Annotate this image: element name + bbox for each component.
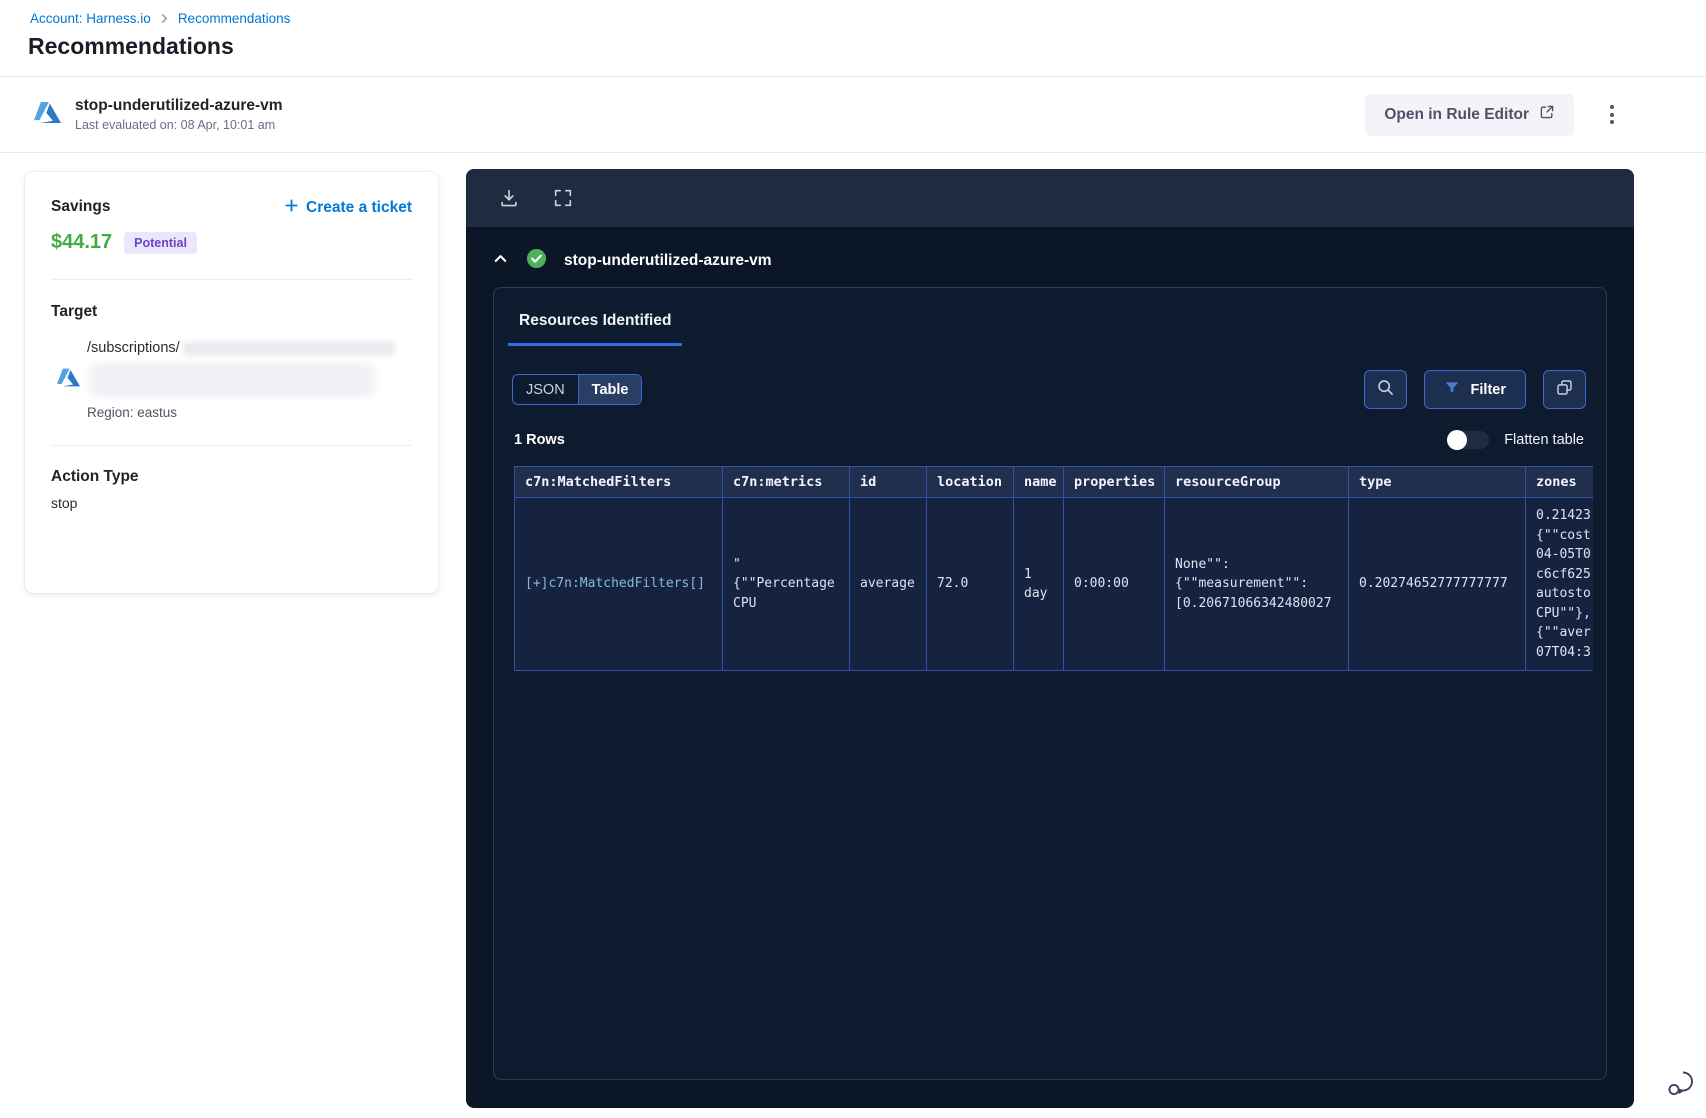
target-label: Target bbox=[51, 303, 98, 320]
copy-button[interactable] bbox=[1543, 370, 1586, 409]
table-row: [+]c7n:MatchedFilters[] " {""Percentage C… bbox=[514, 497, 1593, 671]
azure-icon bbox=[57, 366, 80, 394]
search-icon bbox=[1376, 378, 1395, 402]
breadcrumb: Account: Harness.io Recommendations bbox=[30, 11, 290, 26]
plus-icon bbox=[284, 198, 299, 218]
table-header-row: c7n:MatchedFilters c7n:metrics id location n… bbox=[514, 466, 1593, 498]
view-toggle: JSON Table bbox=[512, 374, 643, 405]
rule-header: stop-underutilized-azure-vm Last evaluat… bbox=[0, 76, 1706, 153]
cell-c7n-metrics: " {""Percentage CPU bbox=[722, 497, 850, 671]
page-title: Recommendations bbox=[28, 33, 234, 59]
cell-c7n-matchedfilters[interactable]: [+]c7n:MatchedFilters[] bbox=[514, 497, 723, 671]
flatten-table-label: Flatten table bbox=[1504, 432, 1584, 448]
savings-label: Savings bbox=[51, 198, 111, 215]
fullscreen-icon[interactable] bbox=[552, 187, 574, 209]
open-rule-editor-button[interactable]: Open in Rule Editor bbox=[1365, 93, 1574, 136]
column-header-zones: zones bbox=[1525, 466, 1593, 498]
column-header-c7n-metrics: c7n:metrics bbox=[722, 466, 850, 498]
savings-amount: $44.17 bbox=[51, 231, 113, 253]
breadcrumb-current-link[interactable]: Recommendations bbox=[178, 11, 291, 26]
flatten-table-toggle[interactable] bbox=[1447, 430, 1490, 450]
action-type-label: Action Type bbox=[51, 468, 139, 485]
column-header-name: name bbox=[1013, 466, 1064, 498]
rule-name: stop-underutilized-azure-vm bbox=[75, 97, 283, 114]
divider bbox=[51, 445, 412, 446]
column-header-resourcegroup: resourceGroup bbox=[1164, 466, 1349, 498]
target-region: Region: eastus bbox=[87, 405, 178, 420]
column-header-id: id bbox=[849, 466, 927, 498]
view-toggle-table[interactable]: Table bbox=[577, 375, 642, 404]
chat-support-icon[interactable] bbox=[1663, 1066, 1697, 1105]
external-link-icon bbox=[1539, 104, 1555, 125]
breadcrumb-account-link[interactable]: Account: Harness.io bbox=[30, 11, 151, 26]
success-check-icon bbox=[526, 248, 547, 274]
filter-button[interactable]: Filter bbox=[1423, 370, 1526, 409]
filter-label: Filter bbox=[1470, 381, 1506, 398]
matched-filters-expander[interactable]: [+]c7n:MatchedFilters[] bbox=[525, 576, 705, 591]
cell-resourcegroup: None"": {""measurement"": [0.20671066342… bbox=[1164, 497, 1349, 671]
column-header-properties: properties bbox=[1063, 466, 1165, 498]
target-path: /subscriptions/ bbox=[87, 340, 180, 356]
cell-properties: 0:00:00 bbox=[1063, 497, 1165, 671]
chevron-right-icon bbox=[160, 14, 169, 23]
results-panel: stop-underutilized-azure-vm Resources Id… bbox=[466, 169, 1634, 1108]
table-body: [+]c7n:MatchedFilters[] " {""Percentage C… bbox=[514, 497, 1593, 671]
resources-card: Resources Identified JSON Table Filter 1… bbox=[493, 287, 1607, 1080]
open-rule-editor-label: Open in Rule Editor bbox=[1384, 105, 1529, 123]
kebab-menu-icon[interactable] bbox=[1604, 99, 1620, 130]
cell-location: 72.0 bbox=[926, 497, 1014, 671]
divider bbox=[51, 279, 412, 280]
column-header-c7n-matchedfilters: c7n:MatchedFilters bbox=[514, 466, 723, 498]
azure-logo bbox=[34, 99, 61, 131]
rows-count: 1 Rows bbox=[514, 432, 565, 448]
tab-resources-identified[interactable]: Resources Identified bbox=[508, 312, 683, 346]
panel-toolbar bbox=[466, 169, 1634, 227]
create-ticket-button[interactable]: Create a ticket bbox=[284, 198, 412, 218]
create-ticket-label: Create a ticket bbox=[306, 199, 412, 216]
collapse-chevron-icon[interactable] bbox=[492, 250, 509, 272]
redacted-resource-id bbox=[90, 363, 374, 397]
cell-zones: 0.21423 {""cost 04-05T0 c6cf625 autosto … bbox=[1525, 497, 1593, 671]
view-toggle-json[interactable]: JSON bbox=[513, 375, 578, 404]
cell-id: average bbox=[849, 497, 927, 671]
action-type-value: stop bbox=[51, 495, 78, 511]
panel-rule-title: stop-underutilized-azure-vm bbox=[564, 252, 772, 269]
search-button[interactable] bbox=[1363, 370, 1407, 409]
table-wrap: c7n:MatchedFilters c7n:metrics id location n… bbox=[514, 466, 1593, 671]
column-header-location: location bbox=[926, 466, 1014, 498]
redacted-subscription-id bbox=[182, 341, 395, 355]
resources-table: c7n:MatchedFilters c7n:metrics id location n… bbox=[514, 466, 1593, 671]
cell-name: 1 day bbox=[1013, 497, 1064, 671]
savings-card: Savings Create a ticket $44.17 Potential… bbox=[25, 172, 438, 593]
column-header-type: type bbox=[1348, 466, 1526, 498]
rule-last-evaluated: Last evaluated on: 08 Apr, 10:01 am bbox=[75, 118, 276, 132]
download-icon[interactable] bbox=[498, 187, 520, 209]
potential-badge: Potential bbox=[124, 231, 197, 254]
copy-icon bbox=[1555, 378, 1574, 402]
filter-icon bbox=[1444, 380, 1460, 400]
toggle-knob bbox=[1447, 430, 1468, 450]
cell-type: 0.20274652777777777 bbox=[1348, 497, 1526, 671]
